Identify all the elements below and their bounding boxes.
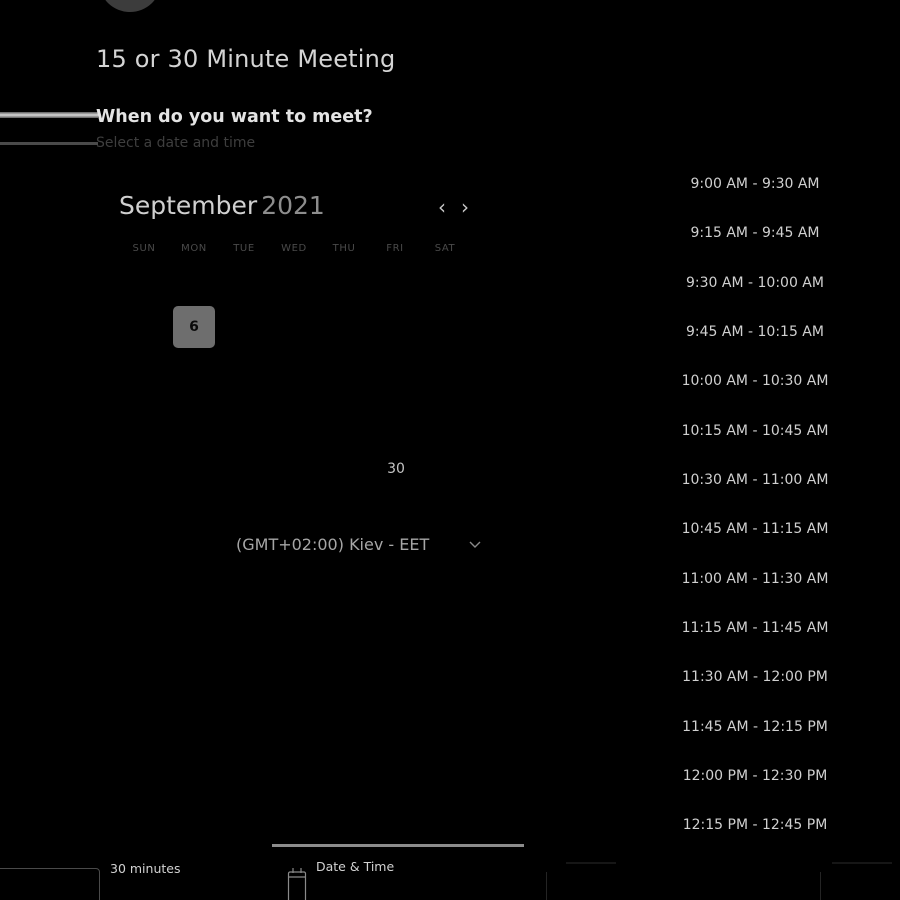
time-slot[interactable]: 9:30 AM - 10:00 AM (660, 259, 850, 308)
weekday-label: TUE (233, 243, 255, 254)
section-heading: When do you want to meet? (96, 107, 373, 127)
step-placeholder (832, 862, 892, 864)
month-name: September (119, 191, 258, 220)
weekday-label: SAT (434, 243, 456, 254)
step-placeholder (566, 862, 616, 864)
calendar-month-label: September 2021 (119, 191, 325, 220)
chevron-left-icon[interactable]: ‹ (438, 195, 446, 219)
time-slot[interactable]: 12:15 PM - 12:45 PM (660, 801, 850, 850)
time-slot[interactable]: 11:00 AM - 11:30 AM (660, 555, 850, 604)
step-divider (820, 872, 821, 900)
time-slot[interactable]: 10:15 AM - 10:45 AM (660, 407, 850, 456)
step-card-duration[interactable] (0, 868, 100, 900)
page-title: 15 or 30 Minute Meeting (96, 45, 396, 73)
step-date-time-label[interactable]: Date & Time (316, 859, 394, 874)
time-slot[interactable]: 10:45 AM - 11:15 AM (660, 505, 850, 554)
weekday-label: THU (332, 243, 356, 254)
side-divider (0, 142, 98, 145)
calendar-day-selected[interactable]: 6 (173, 306, 215, 348)
time-slot[interactable]: 9:45 AM - 10:15 AM (660, 308, 850, 357)
weekday-label: MON (181, 243, 207, 254)
side-highlight-bar (0, 112, 98, 118)
calendar-day[interactable]: 30 (375, 448, 417, 490)
active-step-indicator (272, 844, 524, 847)
section-hint: Select a date and time (96, 135, 256, 151)
time-slot[interactable]: 9:15 AM - 9:45 AM (660, 209, 850, 258)
time-slot[interactable]: 11:30 AM - 12:00 PM (660, 653, 850, 702)
time-slot[interactable]: 12:00 PM - 12:30 PM (660, 752, 850, 801)
time-slot[interactable]: 11:45 AM - 12:15 PM (660, 703, 850, 752)
year-label: 2021 (261, 191, 325, 220)
time-slot[interactable]: 10:00 AM - 10:30 AM (660, 357, 850, 406)
time-slot[interactable]: 11:15 AM - 11:45 AM (660, 604, 850, 653)
weekday-label: WED (281, 243, 307, 254)
chevron-right-icon[interactable]: › (461, 195, 469, 219)
calendar-icon (287, 868, 307, 900)
step-divider (546, 872, 547, 900)
time-slot[interactable]: 10:30 AM - 11:00 AM (660, 456, 850, 505)
time-slot[interactable]: 9:00 AM - 9:30 AM (660, 160, 850, 209)
weekday-label: FRI (386, 243, 404, 254)
chevron-down-icon[interactable] (468, 538, 482, 552)
timezone-select[interactable]: (GMT+02:00) Kiev - EET (236, 535, 429, 554)
step-duration-label[interactable]: 30 minutes (110, 861, 180, 876)
avatar (100, 0, 160, 12)
weekday-label: SUN (132, 243, 156, 254)
